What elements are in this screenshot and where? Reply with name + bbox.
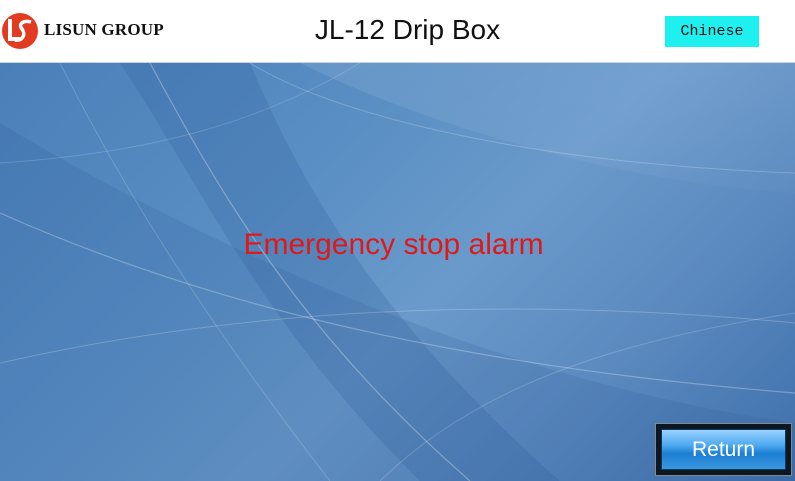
return-button-frame: Return [655,423,792,476]
header-bar: LISUN GROUP JL-12 Drip Box Chinese [0,0,795,63]
return-button[interactable]: Return [661,429,786,470]
chinese-language-button[interactable]: Chinese [665,16,759,47]
main-panel: Emergency stop alarm Return [0,63,795,481]
emergency-stop-alarm-message: Emergency stop alarm [243,228,544,261]
background-swirl [0,63,795,481]
hmi-screen: LISUN GROUP JL-12 Drip Box Chinese Emerg… [0,0,795,481]
